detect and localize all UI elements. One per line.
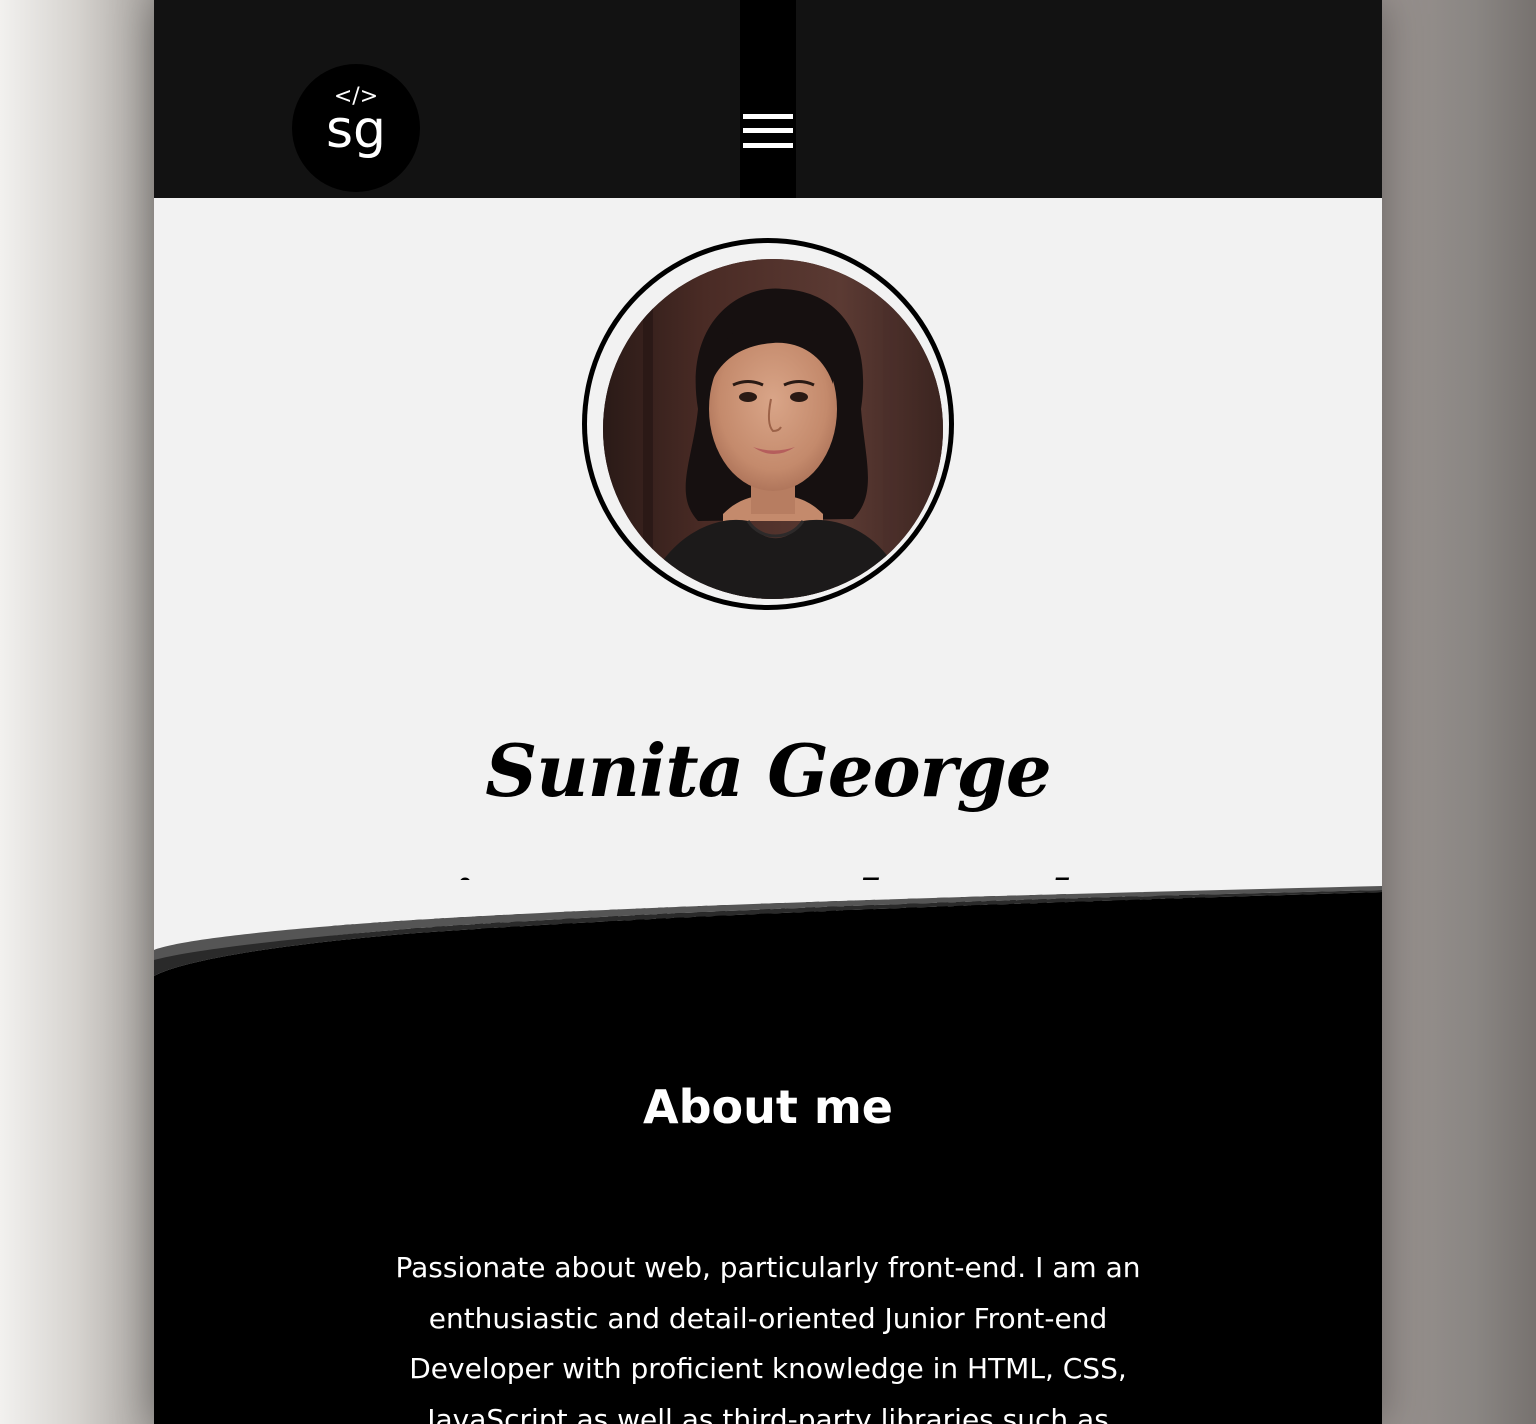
page: </> sg Sunita George About me Passionate… xyxy=(154,0,1382,1424)
portrait-gap xyxy=(587,243,949,605)
menu-bar xyxy=(743,114,793,119)
section-divider-wave xyxy=(154,880,1382,1000)
portrait-frame xyxy=(582,238,954,610)
logo-initials: sg xyxy=(325,100,387,160)
profile-photo-illustration xyxy=(603,259,943,599)
profile-name: Sunita George xyxy=(485,728,1051,814)
menu-bar xyxy=(743,128,793,133)
profile-photo xyxy=(603,259,943,599)
about-paragraph: Passionate about web, particularly front… xyxy=(395,1251,1141,1424)
site-logo[interactable]: </> sg xyxy=(292,64,420,192)
menu-strip xyxy=(740,0,796,198)
hamburger-menu-icon[interactable] xyxy=(742,112,794,152)
menu-bar xyxy=(743,143,793,148)
site-header: </> sg xyxy=(154,0,1382,198)
about-heading: About me xyxy=(642,1080,893,1135)
